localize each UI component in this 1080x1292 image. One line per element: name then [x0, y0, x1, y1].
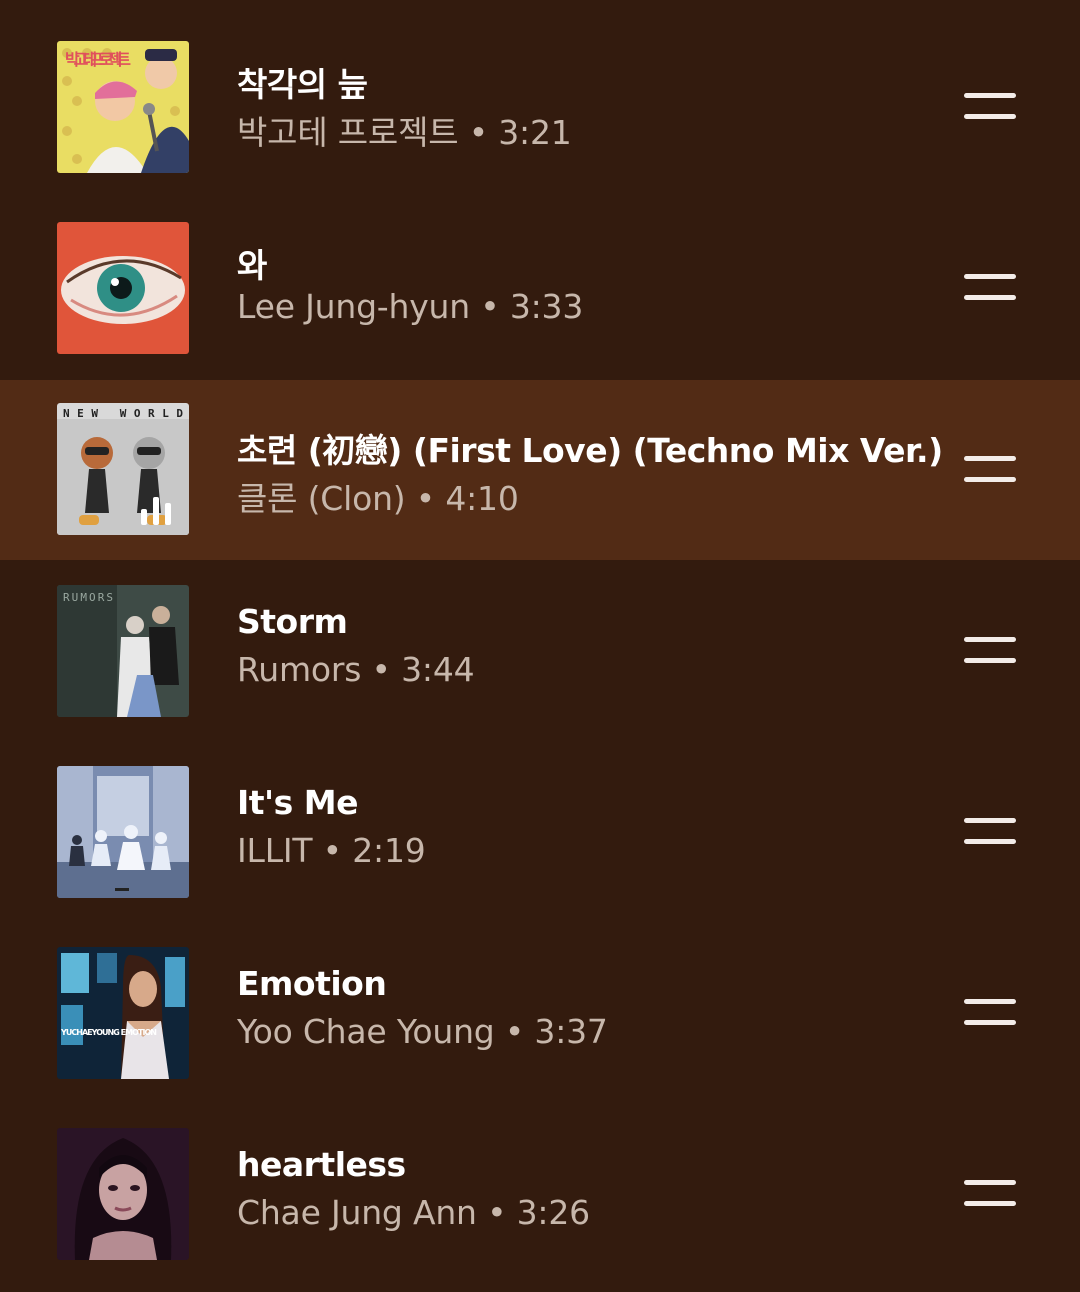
track-subtitle: Yoo Chae Young • 3:37 — [237, 1012, 608, 1051]
album-art: 박고테 프로젝트 — [57, 41, 189, 173]
album-art-text: YUCHAEYOUNG EMOTION — [60, 1028, 157, 1037]
album-art: YUCHAEYOUNG EMOTION — [57, 947, 189, 1079]
track-title: 와 — [237, 246, 267, 285]
drag-handle-icon[interactable] — [964, 1177, 1016, 1209]
queue-item[interactable]: RUMORS Storm Rumors • 3:44 — [0, 544, 1080, 725]
album-art: RUMORS — [57, 585, 189, 717]
queue-item[interactable]: heartless Chae Jung Ann • 3:26 — [0, 1087, 1080, 1268]
drag-handle-icon[interactable] — [964, 271, 1016, 303]
track-title: 착각의 늪 — [237, 65, 368, 104]
track-subtitle: 클론 (Clon) • 4:10 — [237, 479, 519, 518]
queue-item[interactable]: 와 Lee Jung-hyun • 3:33 — [0, 181, 1080, 362]
drag-handle-icon[interactable] — [964, 453, 1016, 485]
album-art — [57, 1128, 189, 1260]
drag-handle-icon[interactable] — [964, 634, 1016, 666]
track-subtitle: 박고테 프로젝트 • 3:21 — [237, 113, 572, 152]
queue-item[interactable]: 박고테 프로젝트 착각의 늪 박고테 프로젝트 • 3:21 — [0, 0, 1080, 181]
album-art — [57, 766, 189, 898]
track-title: It's Me — [237, 783, 359, 822]
queue-item[interactable]: It's Me ILLIT • 2:19 — [0, 725, 1080, 906]
album-art-text: 박고테 프로젝트 — [65, 50, 131, 69]
queue-list: 박고테 프로젝트 착각의 늪 박고테 프로젝트 • 3:21 와 Lee Jun… — [0, 0, 1080, 1292]
track-title: Storm — [237, 602, 348, 641]
track-subtitle: Lee Jung-hyun • 3:33 — [237, 287, 584, 326]
track-title: heartless — [237, 1145, 406, 1184]
track-subtitle: Rumors • 3:44 — [237, 650, 475, 689]
drag-handle-icon[interactable] — [964, 90, 1016, 122]
track-title: Emotion — [237, 964, 387, 1003]
album-art — [57, 222, 189, 354]
equalizer-icon — [137, 497, 177, 525]
queue-item-now-playing[interactable]: NEW WORLD 초련 (初戀) (First Love) (Techno M… — [0, 380, 1080, 560]
album-art-text: NEW WORLD — [63, 407, 183, 420]
track-subtitle: ILLIT • 2:19 — [237, 831, 426, 870]
queue-item[interactable]: YUCHAEYOUNG EMOTION Emotion Yoo Chae You… — [0, 906, 1080, 1087]
track-subtitle: Chae Jung Ann • 3:26 — [237, 1193, 590, 1232]
album-art: NEW WORLD — [57, 403, 189, 535]
track-title: 초련 (初戀) (First Love) (Techno Mix Ver.) — [237, 431, 943, 470]
drag-handle-icon[interactable] — [964, 815, 1016, 847]
drag-handle-icon[interactable] — [964, 996, 1016, 1028]
